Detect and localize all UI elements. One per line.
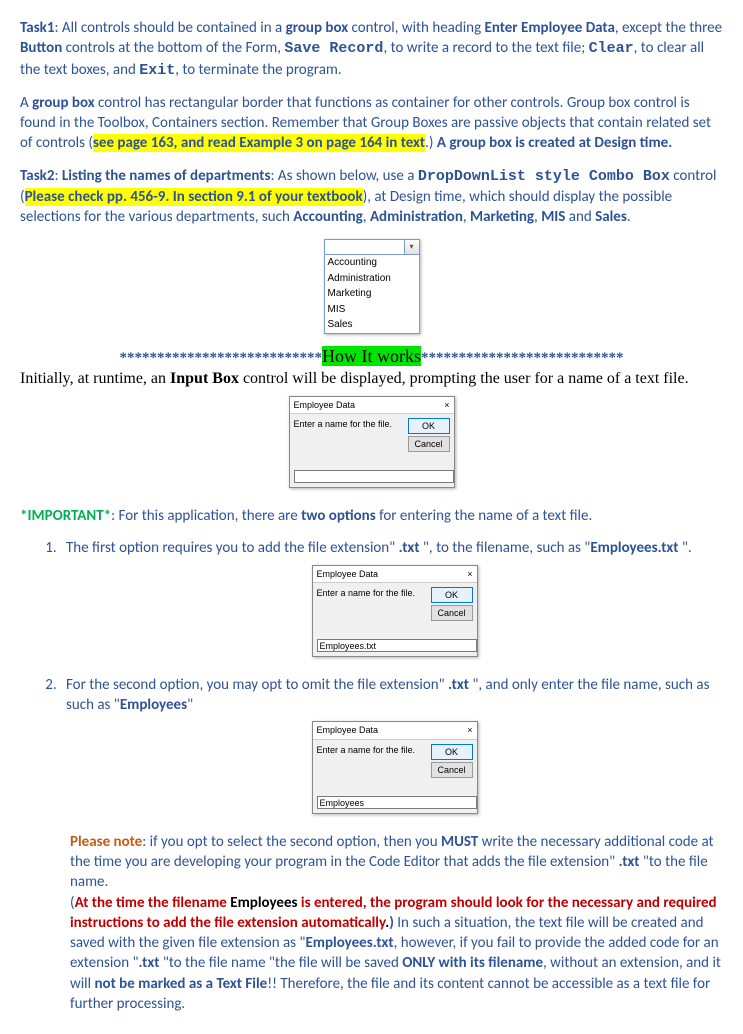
combo-item[interactable]: Accounting — [325, 255, 419, 271]
close-icon[interactable]: × — [444, 399, 449, 411]
p-please-note: Please note: if you opt to select the se… — [70, 832, 723, 1014]
p-initially: Initially, at runtime, an Input Box cont… — [20, 368, 723, 390]
ok-button[interactable]: OK — [408, 418, 450, 434]
cancel-button[interactable]: Cancel — [408, 436, 450, 452]
p-task1: Task1: All controls should be contained … — [20, 18, 723, 81]
file-input[interactable]: Employees — [317, 796, 477, 809]
close-icon[interactable]: × — [467, 724, 472, 736]
file-input[interactable] — [294, 470, 454, 483]
combo-item[interactable]: Sales — [325, 317, 419, 333]
hl-how-it-works: How It works — [322, 346, 421, 366]
cancel-button[interactable]: Cancel — [431, 762, 473, 778]
file-input[interactable]: Employees.txt — [317, 639, 477, 652]
dlg-inputbox-2: Employee Data× Enter a name for the file… — [312, 565, 478, 657]
label-task2: Task2 — [20, 167, 54, 185]
p-groupbox-desc: A group box control has rectangular bord… — [20, 93, 723, 154]
label-important: *IMPORTANT* — [20, 507, 111, 525]
ok-button[interactable]: OK — [431, 587, 473, 603]
hl-pp456: Please check pp. 456-9. In section 9.1 o… — [25, 188, 363, 206]
dlg-inputbox-3: Employee Data× Enter a name for the file… — [312, 721, 478, 813]
options-list: The first option requires you to add the… — [60, 538, 723, 814]
combo-item[interactable]: Administration — [325, 271, 419, 287]
list-item: The first option requires you to add the… — [60, 538, 723, 657]
p-task2: Task2: Listing the names of departments:… — [20, 166, 723, 228]
label-task1: Task1 — [20, 19, 54, 37]
hl-page163: see page 163, and read Example 3 on page… — [93, 134, 425, 152]
ok-button[interactable]: OK — [431, 744, 473, 760]
divider: ***************************How It works*… — [20, 344, 723, 368]
cancel-button[interactable]: Cancel — [431, 605, 473, 621]
combo-departments[interactable]: ▾ Accounting Administration Marketing MI… — [324, 239, 420, 334]
list-item: For the second option, you may opt to om… — [60, 675, 723, 814]
dlg-inputbox-1: Employee Data× Enter a name for the file… — [289, 396, 455, 488]
label-please-note: Please note — [70, 833, 142, 851]
close-icon[interactable]: × — [467, 568, 472, 580]
p-important: *IMPORTANT*: For this application, there… — [20, 506, 723, 526]
combo-item[interactable]: Marketing — [325, 286, 419, 302]
chevron-down-icon[interactable]: ▾ — [404, 240, 419, 254]
combo-item[interactable]: MIS — [325, 302, 419, 318]
